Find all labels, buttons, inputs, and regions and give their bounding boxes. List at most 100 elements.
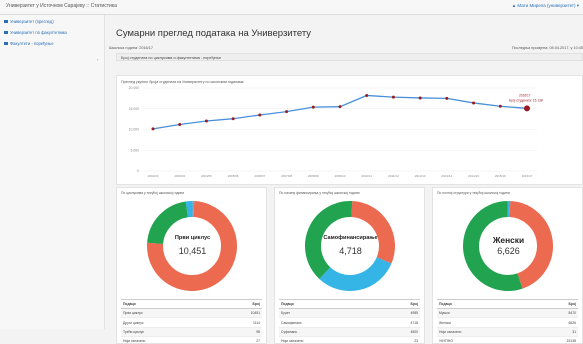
row-label: Први циклус <box>121 309 214 318</box>
x-tick-label: 2011/12 <box>388 174 399 178</box>
table-row: Други циклус1114 <box>121 318 262 327</box>
data-point[interactable] <box>178 123 181 126</box>
column-header[interactable]: Број <box>530 300 578 309</box>
data-point[interactable] <box>365 94 368 97</box>
data-point[interactable] <box>339 105 342 108</box>
donut-panel-cycles: По циклусима у текућој школској годиниПр… <box>116 187 267 344</box>
main-content: Сумарни преглед података на Универзитету… <box>105 15 583 329</box>
y-tick-label: 10.000 <box>129 128 139 132</box>
donut-panel-financing: По начину финансирања у текућој школској… <box>274 187 425 344</box>
x-tick-label: 2015/16 <box>495 174 506 178</box>
x-tick-label: 2014/15 <box>468 174 479 178</box>
x-tick-label: 2004/05 <box>201 174 212 178</box>
row-value: 10451 <box>214 309 262 318</box>
table-row: Први циклус10451 <box>121 309 262 318</box>
x-tick-label: 2007/08 <box>281 174 292 178</box>
data-point[interactable] <box>232 117 235 120</box>
table-row: Женски6626 <box>437 318 578 327</box>
stats-table: ПодациБројПрви циклус10451Други циклус11… <box>121 299 262 344</box>
tooltip-value: Број студената: 15.138 <box>509 98 543 102</box>
row-value: 1114 <box>214 318 262 327</box>
series-line <box>153 95 527 128</box>
row-label: Други циклус <box>121 318 214 327</box>
data-point[interactable] <box>499 105 502 108</box>
donut-panel-gender: По полној структури у текућој школској г… <box>432 187 583 344</box>
page-title: Сумарни преглед података на Универзитету <box>116 28 311 39</box>
sidebar-item-label: Факултети - поређење <box>10 41 54 46</box>
comparison-panel-bar[interactable]: Број студената по циклусима и факултетим… <box>116 53 583 61</box>
x-tick-label: 2006/07 <box>254 174 265 178</box>
column-header[interactable]: Подаци <box>437 300 530 309</box>
donut-chart <box>275 188 425 298</box>
x-tick-label: 2003/04 <box>174 174 185 178</box>
x-tick-label: 2016/17 <box>522 174 533 178</box>
data-point[interactable] <box>392 96 395 99</box>
x-tick-label: 2002/03 <box>148 174 159 178</box>
sidebar-item-label: Универзитет (преглед) <box>10 19 54 24</box>
panel-bar-label: Број студената по циклусима и факултетим… <box>121 56 221 60</box>
data-point[interactable] <box>445 97 448 100</box>
data-point[interactable] <box>419 96 422 99</box>
column-header[interactable]: Број <box>214 300 262 309</box>
row-value: 15138 <box>530 337 578 344</box>
tooltip-year: 2016/17 <box>519 93 531 97</box>
x-tick-label: 2013/14 <box>441 174 452 178</box>
donut-center-label: Први циклус <box>117 235 267 241</box>
data-point[interactable] <box>205 119 208 122</box>
donut-center-value: 6,626 <box>433 246 583 256</box>
row-value: 27 <box>214 337 262 344</box>
y-tick-label: 5.000 <box>131 148 140 152</box>
donut-chart <box>117 188 267 298</box>
table-row: Самофинанс.4718 <box>279 318 420 327</box>
donut-center-value: 10,451 <box>117 246 267 256</box>
y-tick-label: 15.000 <box>129 107 139 111</box>
row-label: Нији означено <box>279 337 377 344</box>
y-tick-label: 20.000 <box>129 86 139 90</box>
line-chart: 05.00010.00015.00020.0002002/032003/0420… <box>117 76 583 186</box>
stats-table: ПодациБројМушки8470Женски6626Нији означе… <box>437 299 578 344</box>
chevron-left-icon[interactable]: ‹ <box>97 57 98 62</box>
data-point[interactable] <box>524 105 530 111</box>
row-value: 6626 <box>530 318 578 327</box>
row-value: 8470 <box>530 309 578 318</box>
table-row: Буџет4985 <box>279 309 420 318</box>
sidebar-item-faculty-compare[interactable]: Факултети - поређење <box>4 41 54 46</box>
school-year-label: Школска година: 2016/17 <box>109 46 153 50</box>
row-value: 4718 <box>377 318 420 327</box>
sidebar-item-label: Универзитет по факултетима <box>10 30 67 35</box>
row-label: Мушки <box>437 309 530 318</box>
app-title[interactable]: Универзитет у Источном Сарајеву :: Стати… <box>6 3 117 9</box>
data-point[interactable] <box>285 110 288 113</box>
data-point[interactable] <box>152 127 155 130</box>
chart-icon <box>4 31 8 34</box>
sidebar-item-university-overview[interactable]: Универзитет (преглед) <box>4 19 54 24</box>
column-header[interactable]: Подаци <box>121 300 214 309</box>
data-point[interactable] <box>472 101 475 104</box>
x-tick-label: 2012/13 <box>415 174 426 178</box>
table-row: Нији означено27 <box>121 337 262 344</box>
data-point[interactable] <box>312 106 315 109</box>
x-tick-label: 2009/10 <box>335 174 346 178</box>
x-tick-label: 2010/11 <box>361 174 372 178</box>
line-chart-panel: Преглед укупног броја студената на Униве… <box>116 75 583 185</box>
row-value: 23 <box>377 337 420 344</box>
chart-icon <box>4 20 8 23</box>
data-point[interactable] <box>258 113 261 116</box>
sidebar-item-by-faculty[interactable]: Универзитет по факултетима <box>4 30 67 35</box>
row-label: Буџет <box>279 309 377 318</box>
last-update-label: Последња промјена: 08.04.2017. у 10:45 <box>512 46 583 50</box>
table-row: Мушки8470 <box>437 309 578 318</box>
table-row: УКУПНО15138 <box>437 337 578 344</box>
chart-icon <box>4 42 8 45</box>
table-row: Нији означено23 <box>279 337 420 344</box>
user-menu[interactable]: ▲ Мати Мирела (универзитет) ▾ <box>512 3 579 9</box>
column-header[interactable]: Подаци <box>279 300 377 309</box>
donut-center-label: Самофинансирање <box>275 235 425 241</box>
top-navbar: Универзитет у Источном Сарајеву :: Стати… <box>0 0 583 15</box>
sidebar: Универзитет (преглед) Универзитет по фак… <box>0 15 105 329</box>
stats-table: ПодациБројБуџет4985Самофинанс.4718Суфина… <box>279 299 420 344</box>
donut-center-label: Женски <box>433 235 583 245</box>
row-value: 4985 <box>377 309 420 318</box>
column-header[interactable]: Број <box>377 300 420 309</box>
row-label: Женски <box>437 318 530 327</box>
